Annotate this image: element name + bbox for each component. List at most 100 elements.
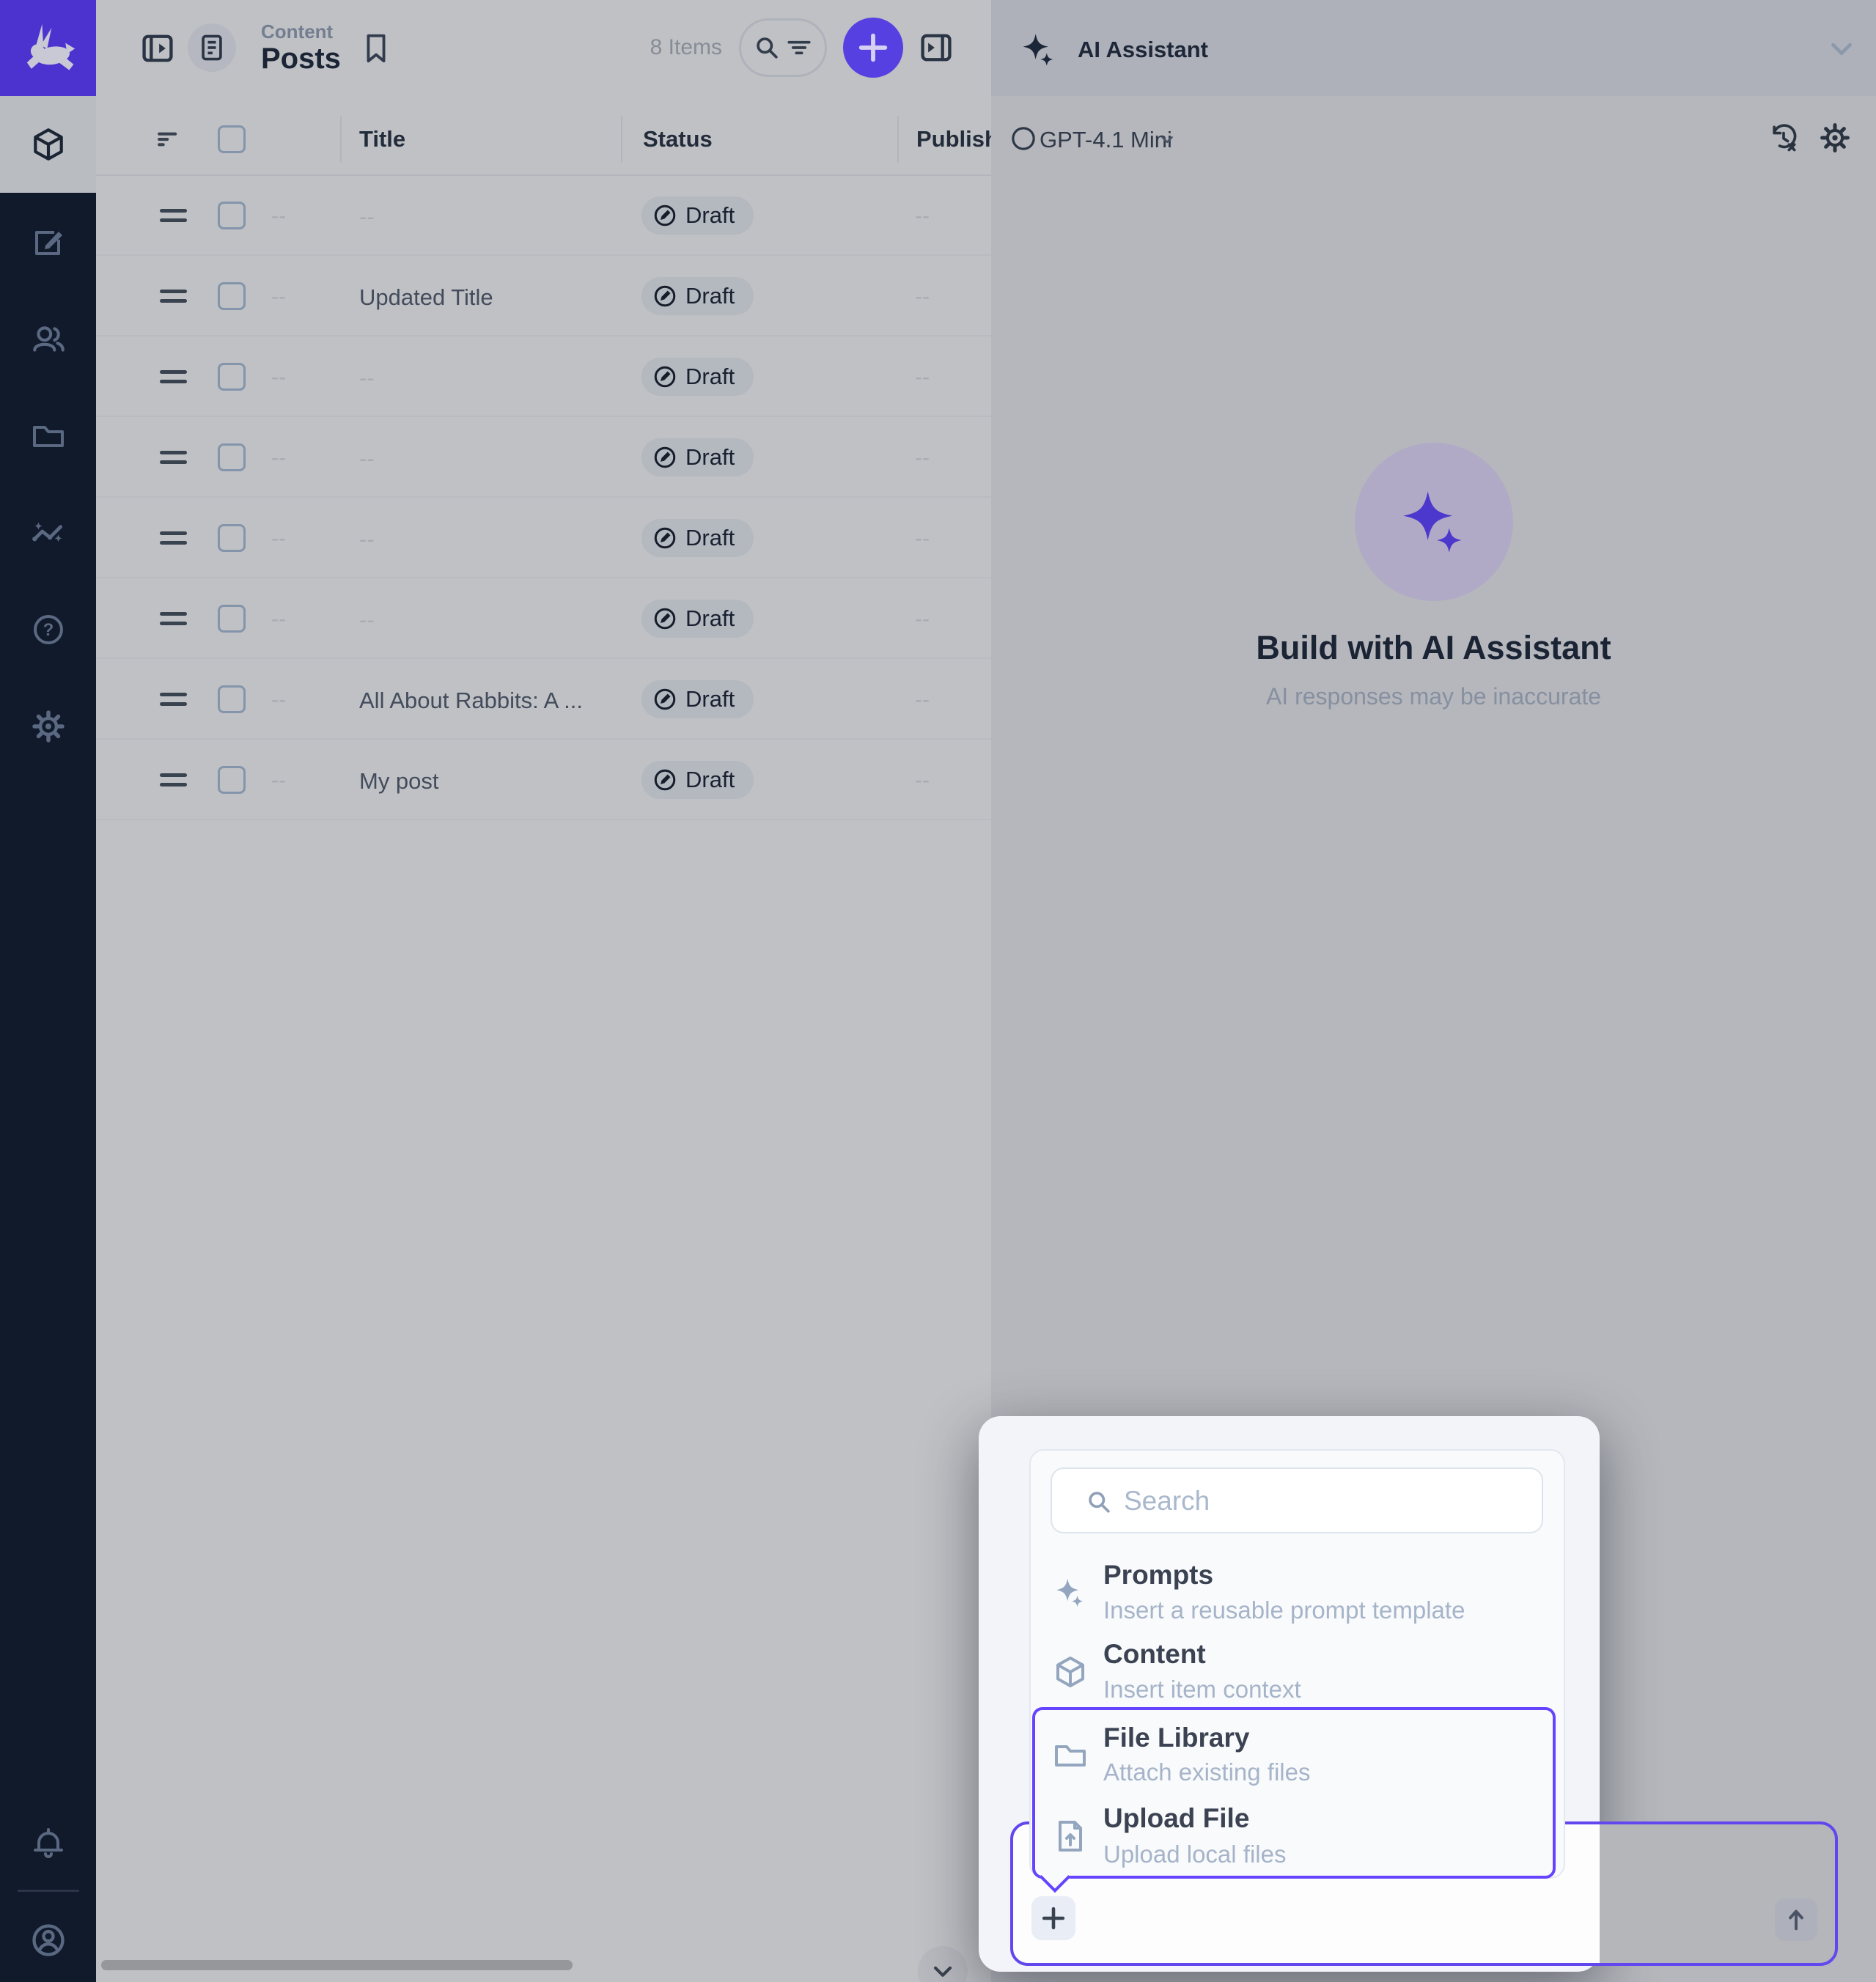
draft-pencil-icon [652,364,678,390]
table-row[interactable]: -- -- Draft -- [96,336,991,417]
draft-pencil-icon [652,605,678,632]
row-sort-value: -- [271,204,286,229]
drag-handle-icon[interactable] [160,290,187,303]
drag-handle-icon[interactable] [160,531,187,545]
search-icon[interactable] [751,32,783,64]
page-title: Posts [261,43,341,75]
menu-item-file-library[interactable]: File Library [1103,1723,1249,1753]
breadcrumb[interactable]: Content [261,21,333,43]
model-chevron-icon[interactable] [1154,126,1180,152]
plus-icon [1037,1902,1070,1934]
row-title[interactable]: My post [359,768,439,795]
plus-icon [853,27,894,68]
column-divider [340,116,342,163]
row-title[interactable]: -- [359,204,375,230]
row-checkbox[interactable] [218,524,246,552]
row-sort-value: -- [271,526,286,551]
row-checkbox[interactable] [218,766,246,794]
ai-settings-gear-icon[interactable] [1817,119,1853,156]
model-selector[interactable]: GPT-4.1 Mini [1040,127,1172,153]
row-title[interactable]: -- [359,526,375,553]
column-header-title[interactable]: Title [359,126,405,152]
row-title[interactable]: -- [359,446,375,472]
table-row[interactable]: -- All About Rabbits: A ... Draft -- [96,659,991,740]
ai-empty-title: Build with AI Assistant [991,629,1876,667]
status-badge: Draft [641,438,754,476]
row-title[interactable]: Updated Title [359,284,493,311]
search-input[interactable] [1122,1475,1521,1528]
column-header-status[interactable]: Status [643,126,713,152]
row-checkbox[interactable] [218,685,246,713]
collection-note-button[interactable] [188,23,236,72]
drag-handle-icon[interactable] [160,451,187,464]
sidebar-item-users[interactable] [0,291,96,388]
menu-item-content-subtitle: Insert item context [1103,1676,1301,1703]
filter-icon[interactable] [783,32,815,64]
menu-item-content[interactable]: Content [1103,1639,1206,1670]
status-badge-label: Draft [685,605,735,632]
drag-handle-icon[interactable] [160,612,187,625]
row-sort-value: -- [271,446,286,471]
clear-history-icon[interactable] [1765,119,1802,156]
row-checkbox[interactable] [218,282,246,310]
status-badge-label: Draft [685,444,735,471]
table-row[interactable]: -- -- Draft -- [96,498,991,578]
row-title[interactable]: -- [359,607,375,633]
sidebar-item-editor[interactable] [0,194,96,291]
row-sort-value: -- [271,688,286,712]
draft-pencil-icon [652,444,678,471]
send-button[interactable] [1775,1898,1817,1941]
project-logo[interactable] [0,0,96,96]
column-divider [897,116,899,163]
status-badge: Draft [641,600,754,638]
table-row[interactable]: -- Updated Title Draft -- [96,256,991,336]
ai-panel-header[interactable]: AI Assistant [991,0,1876,96]
attach-plus-button[interactable] [1031,1896,1075,1940]
row-checkbox[interactable] [218,605,246,633]
row-publish-value: -- [915,526,930,551]
sidebar-item-content[interactable] [0,96,96,193]
table-row[interactable]: -- -- Draft -- [96,175,991,256]
status-badge-label: Draft [685,364,735,390]
row-title[interactable]: All About Rabbits: A ... [359,688,583,714]
status-badge-label: Draft [685,767,735,793]
attach-search-field[interactable] [1051,1467,1543,1533]
row-checkbox[interactable] [218,443,246,471]
column-header-publish[interactable]: Publish [916,126,991,152]
scroll-down-button[interactable] [918,1946,968,1982]
sidebar-item-settings[interactable] [0,678,96,775]
account-button[interactable] [0,1892,96,1982]
table-row[interactable]: -- -- Draft -- [96,417,991,498]
drag-handle-icon[interactable] [160,370,187,383]
notifications-button[interactable] [0,1794,96,1891]
row-checkbox[interactable] [218,363,246,391]
menu-item-upload-file[interactable]: Upload File [1103,1803,1249,1834]
table-row[interactable]: -- -- Draft -- [96,578,991,659]
table-row[interactable]: -- My post Draft -- [96,740,991,820]
open-right-panel-icon[interactable] [913,24,960,71]
row-title[interactable]: -- [359,365,375,391]
ai-empty-subtitle: AI responses may be inaccurate [991,683,1876,710]
collapse-chevron-icon[interactable] [1822,29,1861,67]
row-sort-value: -- [271,607,286,632]
search-filter-button[interactable] [739,18,827,77]
row-publish-value: -- [915,284,930,309]
horizontal-scrollbar[interactable] [101,1960,573,1970]
status-badge: Draft [641,761,754,799]
content-area: Content Posts 8 Items Title Status Publi… [96,0,991,1982]
sidebar-item-help[interactable] [0,581,96,678]
drag-handle-icon[interactable] [160,773,187,786]
drag-handle-icon[interactable] [160,209,187,222]
drag-handle-icon[interactable] [160,693,187,706]
module-bar [0,0,96,1982]
row-checkbox[interactable] [218,202,246,229]
sidebar-item-insights[interactable] [0,485,96,581]
sidebar-item-file-library[interactable] [0,388,96,485]
row-publish-value: -- [915,446,930,471]
add-item-button[interactable] [843,18,903,78]
bookmark-icon[interactable] [353,25,400,72]
select-all-checkbox[interactable] [218,125,246,153]
sort-icon[interactable] [151,122,186,157]
open-nav-icon[interactable] [134,25,181,72]
menu-item-prompts[interactable]: Prompts [1103,1560,1213,1591]
